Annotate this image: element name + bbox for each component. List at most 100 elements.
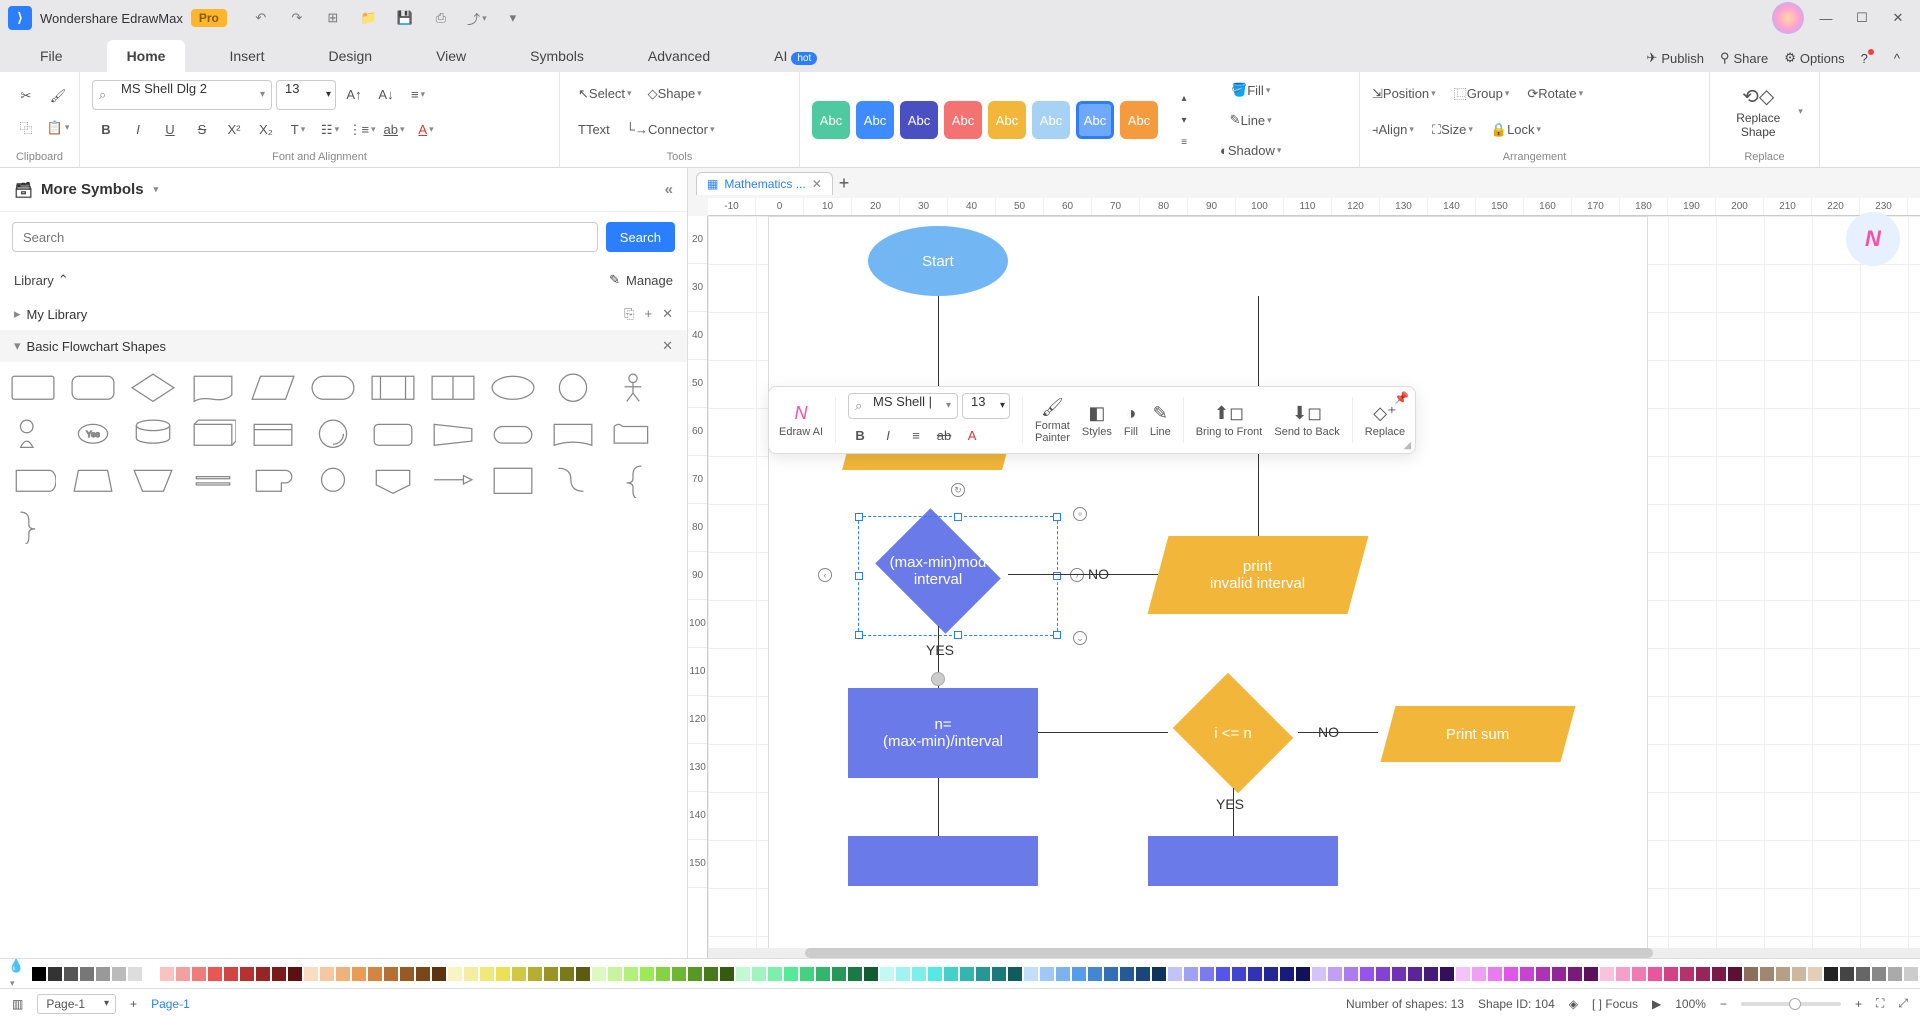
color-swatch[interactable]: [1776, 967, 1790, 981]
color-swatch[interactable]: [560, 967, 574, 981]
color-swatch[interactable]: [1424, 967, 1438, 981]
connector-line[interactable]: [938, 778, 939, 838]
shape-stencil[interactable]: [310, 462, 356, 498]
float-replace[interactable]: ◇⁺Replace: [1365, 403, 1405, 438]
color-swatch[interactable]: [1168, 967, 1182, 981]
float-bold-button[interactable]: B: [848, 423, 872, 447]
select-tool-button[interactable]: ↖ Select ▾: [572, 80, 638, 108]
qat-more-button[interactable]: ▾: [499, 4, 527, 32]
color-swatch[interactable]: [1792, 967, 1806, 981]
color-swatch[interactable]: [320, 967, 334, 981]
options-button[interactable]: ⚙Options: [1784, 50, 1844, 66]
color-swatch[interactable]: [1136, 967, 1150, 981]
color-swatch[interactable]: [1888, 967, 1902, 981]
color-swatch[interactable]: [976, 967, 990, 981]
color-swatch[interactable]: [1328, 967, 1342, 981]
color-swatch[interactable]: [1856, 967, 1870, 981]
text-align-button[interactable]: ≡▾: [404, 81, 432, 109]
menu-advanced[interactable]: Advanced: [628, 40, 730, 72]
color-swatch[interactable]: [1504, 967, 1518, 981]
color-swatch[interactable]: [112, 967, 126, 981]
color-swatch[interactable]: [384, 967, 398, 981]
remove-button[interactable]: ✕: [662, 306, 673, 322]
page-link[interactable]: Page-1: [151, 997, 190, 1011]
close-tab-button[interactable]: ✕: [812, 177, 822, 191]
color-swatch[interactable]: [1552, 967, 1566, 981]
color-swatch[interactable]: [1056, 967, 1070, 981]
color-swatch[interactable]: [464, 967, 478, 981]
shape-tool-button[interactable]: ◇ Shape ▾: [642, 80, 708, 108]
color-swatch[interactable]: [1008, 967, 1022, 981]
style-swatch[interactable]: Abc: [856, 101, 894, 139]
color-swatch[interactable]: [80, 967, 94, 981]
symbol-search-input[interactable]: [12, 222, 598, 252]
numbered-list-button[interactable]: ☷▾: [316, 116, 344, 144]
text-highlight-button[interactable]: ab▾: [380, 116, 408, 144]
add-tab-button[interactable]: +: [839, 173, 850, 194]
color-swatch[interactable]: [1904, 967, 1918, 981]
style-swatch[interactable]: Abc: [812, 101, 850, 139]
shape-stencil[interactable]: [610, 462, 656, 498]
lock-button[interactable]: 🔒 Lock▾: [1491, 116, 1541, 144]
cut-button[interactable]: ✂: [12, 82, 40, 110]
color-swatch[interactable]: [1264, 967, 1278, 981]
shape-stencil[interactable]: Yes: [70, 416, 116, 452]
color-swatch[interactable]: [432, 967, 446, 981]
color-swatch[interactable]: [288, 967, 302, 981]
color-swatch[interactable]: [752, 967, 766, 981]
color-swatch[interactable]: [240, 967, 254, 981]
color-swatch[interactable]: [1600, 967, 1614, 981]
pin-icon[interactable]: 📌: [1394, 391, 1409, 405]
shape-stencil[interactable]: [490, 416, 536, 452]
float-line[interactable]: ✎Line: [1150, 403, 1171, 438]
font-color-button[interactable]: A▾: [412, 116, 440, 144]
shape-stencil[interactable]: [310, 416, 356, 452]
color-swatch[interactable]: [256, 967, 270, 981]
menu-insert[interactable]: Insert: [209, 40, 284, 72]
color-swatch[interactable]: [368, 967, 382, 981]
color-swatch[interactable]: [1712, 967, 1726, 981]
color-swatch[interactable]: [768, 967, 782, 981]
color-swatch[interactable]: [1360, 967, 1374, 981]
color-swatch[interactable]: [1024, 967, 1038, 981]
shape-stencil[interactable]: [550, 462, 596, 498]
color-swatch[interactable]: [1808, 967, 1822, 981]
case-button[interactable]: T▾: [284, 116, 312, 144]
zoom-out-button[interactable]: −: [1720, 997, 1727, 1011]
undo-button[interactable]: ↶: [247, 4, 275, 32]
shape-stencil[interactable]: [550, 416, 596, 452]
connector-line[interactable]: [1038, 732, 1168, 733]
edraw-ai-button[interactable]: NEdraw AI: [779, 403, 823, 438]
color-swatch[interactable]: [896, 967, 910, 981]
color-swatch[interactable]: [1632, 967, 1646, 981]
color-swatch[interactable]: [416, 967, 430, 981]
symbol-search-button[interactable]: Search: [606, 222, 675, 252]
rotate-button[interactable]: ⟳ Rotate▾: [1527, 80, 1583, 108]
color-swatch[interactable]: [1472, 967, 1486, 981]
subscript-button[interactable]: X₂: [252, 116, 280, 144]
shape-stencil[interactable]: [310, 370, 356, 406]
color-swatch[interactable]: [480, 967, 494, 981]
color-swatch[interactable]: [1376, 967, 1390, 981]
color-swatch[interactable]: [912, 967, 926, 981]
color-swatch[interactable]: [528, 967, 542, 981]
basic-flowchart-section[interactable]: Basic Flowchart Shapes: [27, 339, 166, 354]
share-button[interactable]: ⚲Share: [1720, 50, 1768, 66]
shape-stencil[interactable]: [130, 416, 176, 452]
color-swatch[interactable]: [1696, 967, 1710, 981]
color-swatch[interactable]: [1824, 967, 1838, 981]
color-swatch[interactable]: [1232, 967, 1246, 981]
shape-stencil[interactable]: [190, 370, 236, 406]
style-swatch[interactable]: Abc: [988, 101, 1026, 139]
print-sum-node[interactable]: Print sum: [1380, 706, 1575, 762]
font-size-select[interactable]: 13▾: [276, 80, 336, 110]
color-swatch[interactable]: [1872, 967, 1886, 981]
align-button[interactable]: ⫞ Align▾: [1372, 116, 1414, 144]
color-swatch[interactable]: [576, 967, 590, 981]
color-swatch[interactable]: [496, 967, 510, 981]
bold-button[interactable]: B: [92, 116, 120, 144]
connector-line[interactable]: [1008, 574, 1158, 575]
color-swatch[interactable]: [176, 967, 190, 981]
color-swatch[interactable]: [864, 967, 878, 981]
menu-file[interactable]: File: [20, 40, 83, 72]
